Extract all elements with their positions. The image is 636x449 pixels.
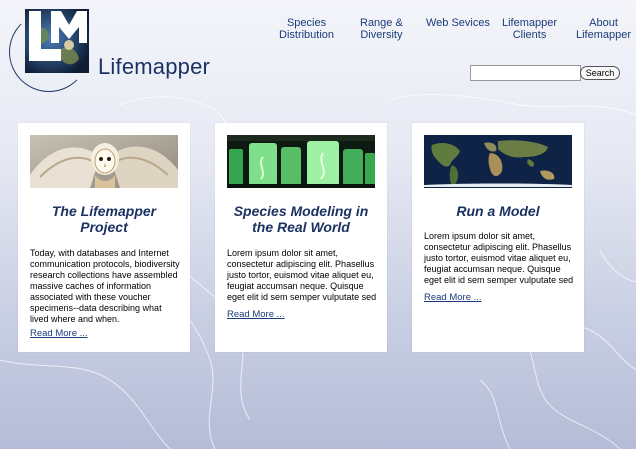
card-title-line1: Species Modeling in [233, 203, 369, 219]
card-body-text: Lorem ipsum dolor sit amet, consectetur … [424, 231, 574, 285]
card-title: Species Modeling in the Real World [223, 203, 379, 235]
nav-web-services[interactable]: Web Sevices [426, 17, 490, 29]
card-body-text: Today, with databases and Internet commu… [30, 248, 180, 324]
nav-species-distribution[interactable]: Species Distribution [279, 17, 334, 41]
nav-label-line1: Species [286, 17, 327, 29]
card-species-modeling: Species Modeling in the Real World Lorem… [215, 123, 387, 352]
read-more-link[interactable]: Read More ... [30, 328, 88, 339]
world-map-image [424, 135, 572, 188]
nav-label-line1: About [589, 17, 618, 29]
card-run-a-model: Run a Model Lorem ipsum dolor sit amet, … [412, 123, 584, 352]
nav-label-line1: Lifemapper [502, 17, 558, 29]
logo-lm-mark [25, 9, 89, 73]
card-title-line2: the Real World [252, 219, 350, 235]
read-more-link[interactable]: Read More ... [227, 309, 285, 320]
card-title-line2: Project [80, 219, 128, 235]
lifemapper-logo[interactable] [25, 9, 89, 73]
nav-label-line2: Distribution [279, 29, 335, 41]
card-title-line1: The Lifemapper [51, 203, 157, 219]
nav-label-line2: Clients [512, 29, 547, 41]
nav-label-line2: Diversity [360, 29, 403, 41]
logo-wordmark: Lifemapper [98, 54, 211, 79]
nav-lifemapper-clients[interactable]: Lifemapper Clients [502, 17, 557, 41]
read-more-link[interactable]: Read More ... [424, 292, 482, 303]
nav-about-lifemapper[interactable]: About Lifemapper [576, 17, 631, 41]
specimen-jars-image [227, 135, 375, 188]
card-lifemapper-project: The Lifemapper Project Today, with datab… [18, 123, 190, 352]
card-title-line1: Run a Model [456, 203, 540, 219]
search-input[interactable] [470, 65, 581, 81]
card-body-text: Lorem ipsum dolor sit amet, consectetur … [227, 248, 377, 302]
nav-label-line1: Web Sevices [426, 17, 490, 29]
nav-label-line1: Range & [360, 17, 403, 29]
card-title: The Lifemapper Project [26, 203, 182, 235]
barn-owl-image [30, 135, 178, 188]
nav-label-line2: Lifemapper [576, 29, 632, 41]
card-title: Run a Model [420, 203, 576, 219]
site-header: Lifemapper Species Distribution Range & … [0, 0, 636, 100]
search-button[interactable]: Search [580, 66, 620, 80]
nav-range-diversity[interactable]: Range & Diversity [360, 17, 403, 41]
